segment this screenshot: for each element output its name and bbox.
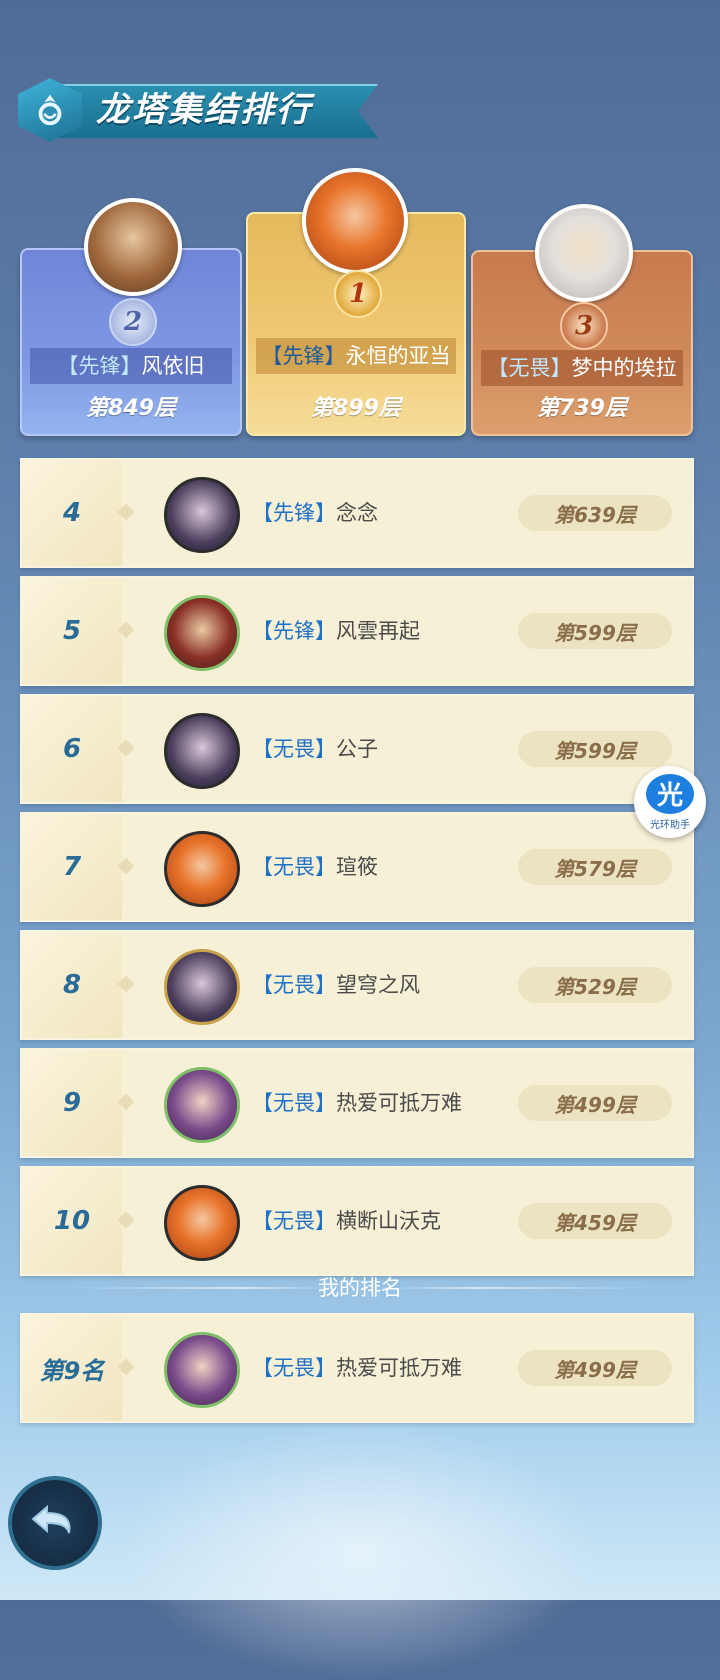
page-title: 龙塔集结排行 (96, 90, 312, 130)
guild-tag: 【无畏】 (252, 1091, 336, 1115)
avatar[interactable] (164, 595, 240, 671)
podium-floor: 第849层 (86, 396, 176, 421)
guild-tag: 【无畏】 (252, 855, 336, 879)
floor-pill: 第599层 (518, 731, 672, 767)
ranking-row[interactable]: 10 【无畏】横断山沃克 第459层 (20, 1166, 694, 1276)
rank-number: 5 (22, 578, 122, 684)
avatar[interactable] (164, 1332, 240, 1408)
avatar[interactable] (164, 1185, 240, 1261)
ranking-row[interactable]: 6 【无畏】公子 第599层 (20, 694, 694, 804)
rank-number: 8 (22, 932, 122, 1038)
podium-player-name: 【先锋】风依旧 (30, 348, 232, 384)
avatar[interactable] (164, 713, 240, 789)
avatar[interactable] (535, 204, 633, 302)
player-name: 永恒的亚当 (345, 344, 451, 368)
player-name: 公子 (336, 737, 378, 761)
guild-tag: 【先锋】 (261, 344, 346, 368)
player-name: 热爱可抵万难 (336, 1356, 462, 1380)
podium-player-name: 【无畏】梦中的埃拉 (481, 350, 683, 386)
avatar[interactable] (164, 949, 240, 1025)
podium-floor: 第899层 (311, 396, 401, 421)
back-button[interactable] (8, 1476, 102, 1570)
rank-1-badge-icon: 1 (334, 270, 382, 318)
player-name: 瑄筱 (336, 855, 378, 879)
player-name: 横断山沃克 (336, 1209, 441, 1233)
player-name: 热爱可抵万难 (336, 1091, 462, 1115)
player-name-line: 【先锋】风雲再起 (252, 578, 420, 684)
player-name-line: 【无畏】热爱可抵万难 (252, 1050, 462, 1156)
avatar[interactable] (164, 1067, 240, 1143)
player-name-line: 【无畏】公子 (252, 696, 378, 802)
player-name: 望穹之风 (336, 973, 420, 997)
rank-3-badge-icon: 3 (560, 302, 608, 350)
guild-tag: 【无畏】 (252, 737, 336, 761)
player-name: 梦中的埃拉 (571, 356, 677, 380)
ranking-row[interactable]: 7 【无畏】瑄筱 第579层 (20, 812, 694, 922)
avatar[interactable] (302, 168, 408, 274)
rank-number: 4 (22, 460, 122, 566)
rank-number: 7 (22, 814, 122, 920)
helper-label: 光环助手 (650, 819, 690, 831)
rank-number: 9 (22, 1050, 122, 1156)
podium-card-rank-2[interactable]: 2 【先锋】风依旧 第849层 (20, 198, 242, 436)
my-rank-row[interactable]: 第9名 【无畏】热爱可抵万难 第499层 (20, 1313, 694, 1423)
guild-tag: 【先锋】 (252, 619, 336, 643)
rank-2-badge-icon: 2 (109, 298, 157, 346)
my-rank-heading: 我的排名 (318, 1276, 402, 1300)
floor-pill: 第529层 (518, 967, 672, 1003)
halo-helper-icon: 光 (646, 773, 694, 814)
helper-float-button[interactable]: 光 光环助手 (634, 766, 706, 838)
ranking-row[interactable]: 9 【无畏】热爱可抵万难 第499层 (20, 1048, 694, 1158)
ranking-row[interactable]: 8 【无畏】望穹之风 第529层 (20, 930, 694, 1040)
podium-floor: 第739层 (537, 396, 627, 421)
my-rank-divider: 我的排名 (70, 1270, 650, 1306)
guild-tag: 【无畏】 (252, 1209, 336, 1233)
ranking-row[interactable]: 4 【先锋】念念 第639层 (20, 458, 694, 568)
background-glow (120, 1420, 600, 1680)
floor-pill: 第639层 (518, 495, 672, 531)
podium-card-rank-3[interactable]: 3 【无畏】梦中的埃拉 第739层 (471, 204, 693, 436)
player-name-line: 【无畏】望穹之风 (252, 932, 420, 1038)
guild-tag: 【先锋】 (252, 501, 336, 525)
rank-number: 10 (22, 1168, 122, 1274)
back-arrow-icon (31, 1504, 71, 1534)
floor-pill: 第459层 (518, 1203, 672, 1239)
player-name-line: 【无畏】热爱可抵万难 (252, 1315, 462, 1421)
floor-pill: 第499层 (518, 1350, 672, 1386)
player-name-line: 【先锋】念念 (252, 460, 378, 566)
ranking-row[interactable]: 5 【先锋】风雲再起 第599层 (20, 576, 694, 686)
title-banner: 龙塔集结排行 (18, 78, 380, 150)
guild-tag: 【无畏】 (487, 356, 572, 380)
guild-tag: 【先锋】 (57, 354, 142, 378)
guild-tag: 【无畏】 (252, 1356, 336, 1380)
floor-pill: 第599层 (518, 613, 672, 649)
player-name: 风依旧 (141, 354, 205, 378)
floor-pill: 第499层 (518, 1085, 672, 1121)
guild-tag: 【无畏】 (252, 973, 336, 997)
rank-number: 6 (22, 696, 122, 802)
floor-pill: 第579层 (518, 849, 672, 885)
player-name-line: 【无畏】瑄筱 (252, 814, 378, 920)
player-name: 念念 (336, 501, 378, 525)
podium-player-name: 【先锋】永恒的亚当 (256, 338, 456, 374)
avatar[interactable] (164, 831, 240, 907)
avatar[interactable] (164, 477, 240, 553)
player-name: 风雲再起 (336, 619, 420, 643)
podium-card-rank-1[interactable]: 1 【先锋】永恒的亚当 第899层 (246, 168, 466, 436)
avatar[interactable] (84, 198, 182, 296)
player-name-line: 【无畏】横断山沃克 (252, 1168, 441, 1274)
my-rank-number: 第9名 (22, 1315, 122, 1421)
